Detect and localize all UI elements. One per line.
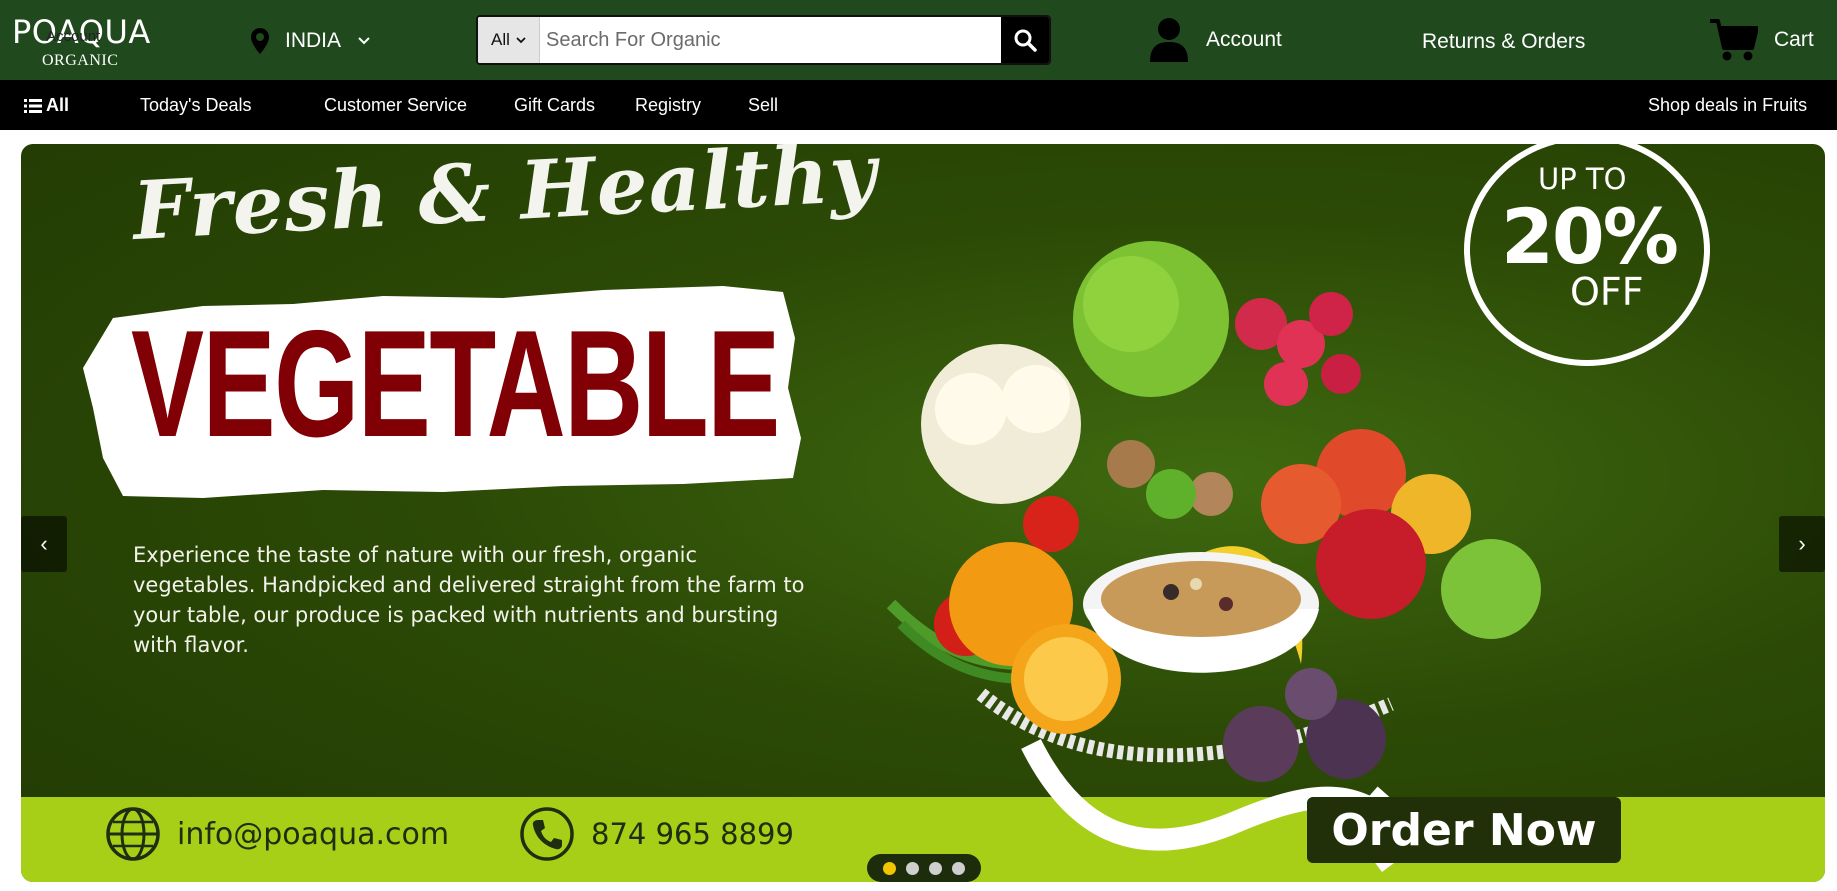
search-input[interactable] <box>540 17 1001 63</box>
contact-email-text: info@poaqua.com <box>177 816 450 852</box>
hero-script-title: Fresh & Healthy <box>130 144 880 258</box>
globe-icon <box>106 807 160 861</box>
logo-subtext: ORGANIC <box>42 52 119 69</box>
search-button[interactable] <box>1001 17 1049 63</box>
returns-orders-link[interactable]: Returns & Orders <box>1422 30 1585 54</box>
cart-label: Cart <box>1774 28 1814 51</box>
nav-shop-deals-fruits[interactable]: Shop deals in Fruits <box>1648 95 1807 116</box>
badge-up-to: UP TO <box>1538 162 1627 196</box>
order-now-button[interactable]: Order Now <box>1307 797 1621 863</box>
carousel-prev-button[interactable]: ‹ <box>21 516 67 572</box>
carousel-dot-1[interactable] <box>883 861 896 875</box>
hero-headline: VEGETABLE <box>131 299 780 469</box>
phone-icon <box>520 807 574 861</box>
carousel-pagination <box>867 854 981 882</box>
nav-item-todays-deals[interactable]: Today's Deals <box>140 95 252 116</box>
nav-item-gift-cards[interactable]: Gift Cards <box>514 95 595 116</box>
nav-all-label: All <box>46 95 70 115</box>
logo-overlay-text: Account <box>46 28 101 45</box>
carousel-dot-3[interactable] <box>929 861 942 875</box>
contact-phone[interactable]: 874 965 8899 <box>519 804 794 864</box>
nav-bar: All Today's Deals Customer Service Gift … <box>0 80 1837 130</box>
logo[interactable]: POAQUA Account ORGANIC <box>12 14 150 74</box>
search-category-value: All <box>491 30 510 49</box>
search-icon <box>1014 29 1037 52</box>
account-link[interactable]: Account <box>1150 18 1282 62</box>
search-bar: All <box>476 15 1051 65</box>
location-selector[interactable]: INDIA <box>251 26 371 56</box>
nav-item-registry[interactable]: Registry <box>635 95 701 116</box>
carousel-dot-4[interactable] <box>952 861 965 875</box>
hero-description: Experience the taste of nature with our … <box>133 543 805 657</box>
nav-item-sell[interactable]: Sell <box>748 95 778 116</box>
person-icon <box>1150 18 1188 62</box>
carousel-next-button[interactable]: › <box>1779 516 1825 572</box>
location-pin-icon <box>251 28 269 54</box>
caret-down-icon <box>516 37 526 44</box>
search-category-select[interactable]: All <box>478 17 540 63</box>
contact-email[interactable]: info@poaqua.com <box>105 804 449 864</box>
nav-all-menu[interactable]: All <box>24 95 69 116</box>
cart-link[interactable]: Cart <box>1710 18 1814 62</box>
hamburger-icon <box>24 98 42 113</box>
chevron-down-icon <box>358 37 370 45</box>
contact-phone-text: 874 965 8899 <box>591 817 794 851</box>
account-label: Account <box>1206 28 1282 51</box>
cart-icon <box>1710 19 1758 61</box>
hero-carousel: Fresh & Healthy VEGETABLE Experience the… <box>21 144 1825 882</box>
top-header: POAQUA Account ORGANIC INDIA All Search … <box>0 0 1837 80</box>
produce-illustration <box>886 241 1541 872</box>
location-country: INDIA <box>285 29 342 52</box>
carousel-dot-2[interactable] <box>906 861 919 875</box>
nav-item-customer-service[interactable]: Customer Service <box>324 95 467 116</box>
